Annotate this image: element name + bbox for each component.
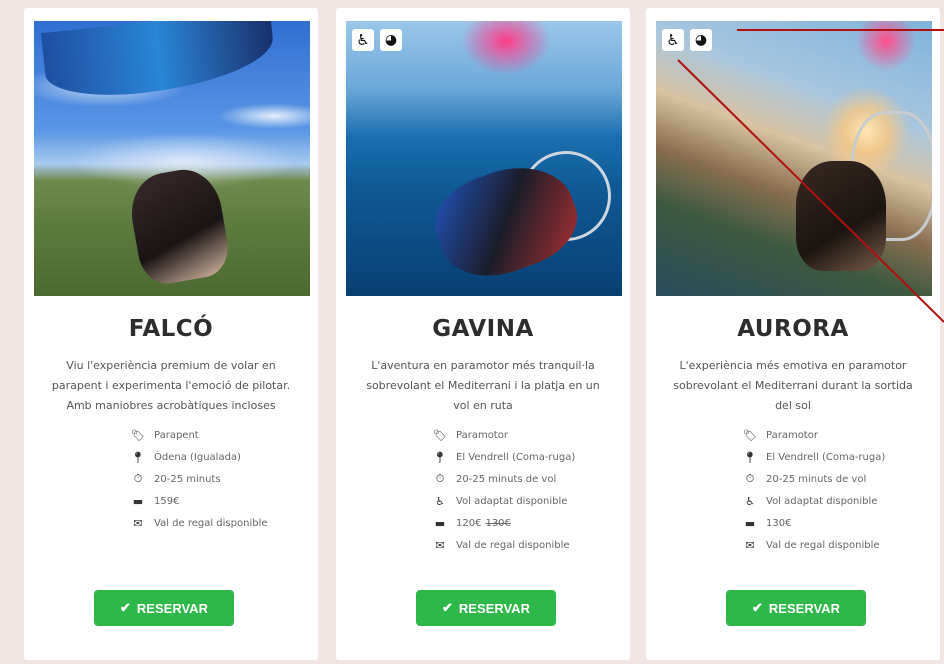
product-photo: ♿︎ ◕	[656, 21, 932, 296]
wheelchair-icon: ♿︎	[662, 29, 684, 51]
card-description: L'aventura en paramotor més tranquil·la …	[366, 359, 600, 412]
helmet-icon: ◕	[690, 29, 712, 51]
detail-duration: ⏱︎ 20-25 minuts de vol	[742, 468, 930, 490]
detail-adapted: ♿︎ Vol adaptat disponible	[742, 490, 930, 512]
card-title: GAVINA	[432, 316, 534, 342]
card-title: AURORA	[737, 316, 849, 342]
check-icon: ✔	[120, 600, 131, 615]
details-list: 🏷︎ Paramotor 📍︎ El Vendrell (Coma-ruga) …	[742, 424, 930, 556]
stopwatch-icon: ⏱︎	[133, 472, 143, 485]
pilots-figure	[796, 161, 886, 271]
reserve-button[interactable]: ✔ RESERVAR	[94, 590, 234, 626]
detail-type: 🏷︎ Parapent	[131, 428, 199, 442]
detail-gift: ✉︎ Val de regal disponible	[742, 534, 930, 556]
detail-gift: ✉︎ Val de regal disponible	[432, 534, 620, 556]
product-card-falco: FALCÓ Viu l'experiència premium de volar…	[24, 8, 318, 660]
wheelchair-icon: ♿︎	[435, 494, 445, 508]
product-card-gavina: ♿︎ ◕ GAVINA L'aventura en paramotor més …	[336, 8, 630, 660]
envelope-icon: ✉︎	[435, 538, 445, 552]
detail-duration: ⏱︎ 20-25 minuts de vol	[432, 468, 620, 490]
map-pin-icon: 📍︎	[743, 450, 757, 464]
detail-price: ▬ 159€	[130, 490, 308, 512]
card-description: Viu l'experiència premium de volar en pa…	[51, 359, 291, 412]
card-title: FALCÓ	[128, 316, 214, 342]
detail-adapted: ♿︎ Vol adaptat disponible	[432, 490, 620, 512]
detail-price: ▬ 120€ 130€	[432, 512, 620, 534]
detail-price: ▬ 130€	[742, 512, 930, 534]
detail-gift: ✉︎ Val de regal disponible	[130, 512, 308, 534]
product-photo	[34, 21, 310, 296]
envelope-icon: ✉︎	[133, 516, 143, 530]
tag-icon: 🏷︎	[433, 428, 447, 442]
reserve-button[interactable]: ✔ RESERVAR	[416, 590, 556, 626]
map-pin-icon: 📍︎	[131, 450, 145, 464]
money-icon: ▬	[744, 516, 756, 530]
money-icon: ▬	[434, 516, 446, 530]
check-icon: ✔	[442, 600, 453, 615]
envelope-icon: ✉︎	[745, 538, 755, 552]
tag-icon: 🏷︎	[131, 428, 145, 442]
product-card-aurora: ♿︎ ◕ AURORA L'experiència més emotiva en…	[646, 8, 940, 660]
feature-badges: ♿︎ ◕	[352, 29, 402, 51]
product-photo: ♿︎ ◕	[346, 21, 622, 296]
map-pin-icon: 📍︎	[433, 450, 447, 464]
old-price: 130€	[485, 517, 511, 529]
paraglider-wing	[40, 21, 278, 103]
detail-type: 🏷︎ Paramotor	[433, 428, 508, 442]
wheelchair-icon: ♿︎	[745, 494, 755, 508]
check-icon: ✔	[752, 600, 763, 615]
detail-location: 📍︎ El Vendrell (Coma-ruga)	[743, 450, 886, 464]
stopwatch-icon: ⏱︎	[745, 472, 755, 485]
helmet-icon: ◕	[380, 29, 402, 51]
wheelchair-icon: ♿︎	[352, 29, 374, 51]
money-icon: ▬	[132, 494, 144, 508]
stopwatch-icon: ⏱︎	[435, 472, 445, 485]
reserve-button[interactable]: ✔ RESERVAR	[726, 590, 866, 626]
feature-badges: ♿︎ ◕	[662, 29, 712, 51]
details-list: 🏷︎ Parapent 📍︎ Òdena (Igualada) ⏱︎ 20-25…	[130, 424, 308, 534]
detail-location: 📍︎ El Vendrell (Coma-ruga)	[433, 450, 576, 464]
detail-duration: ⏱︎ 20-25 minuts	[130, 468, 308, 490]
detail-location: 📍︎ Òdena (Igualada)	[131, 450, 241, 464]
tag-icon: 🏷︎	[743, 428, 757, 442]
card-description: L'experiència més emotiva en paramotor s…	[673, 359, 913, 412]
detail-type: 🏷︎ Paramotor	[743, 428, 818, 442]
pilots-figure	[125, 164, 233, 288]
details-list: 🏷︎ Paramotor 📍︎ El Vendrell (Coma-ruga) …	[432, 424, 620, 556]
